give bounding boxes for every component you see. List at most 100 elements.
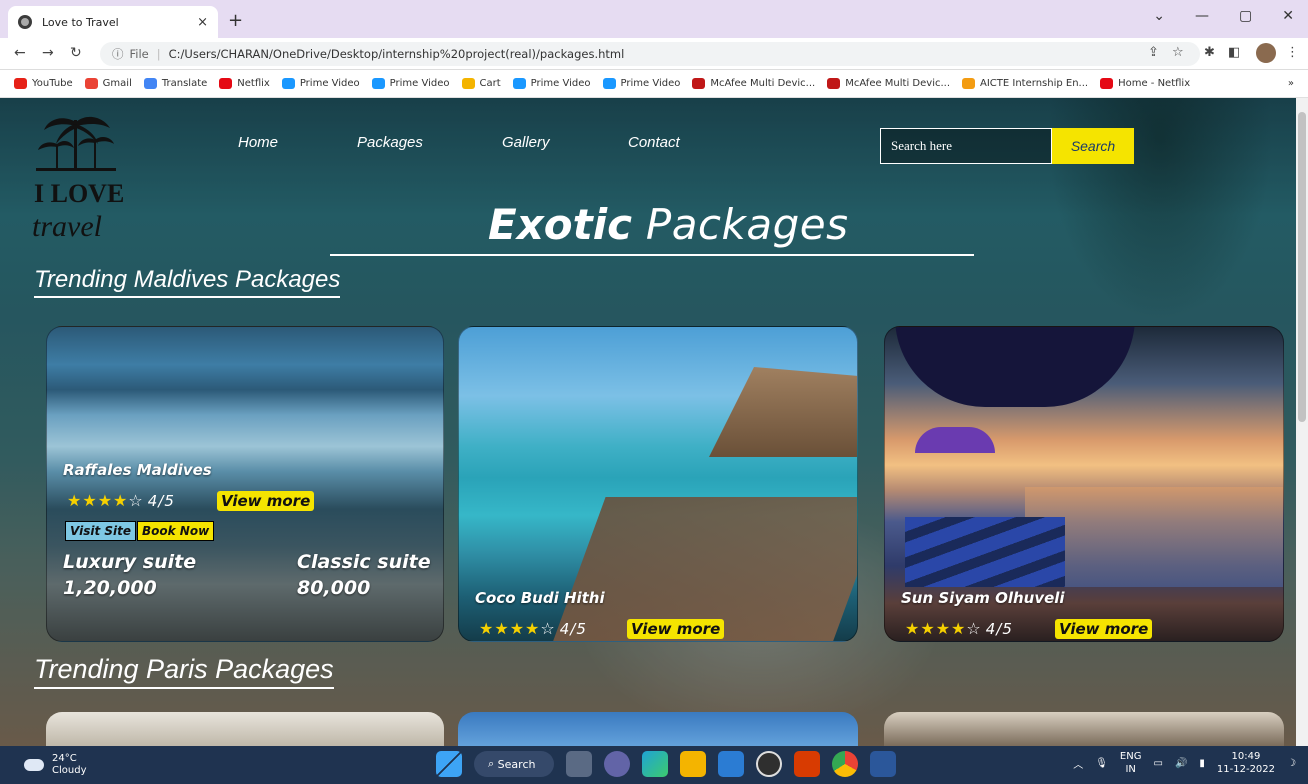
chevron-up-icon[interactable]: ︿ bbox=[1073, 756, 1083, 771]
bookmark-item[interactable]: McAfee Multi Devic... bbox=[692, 78, 815, 89]
share-icon[interactable]: ⇪ bbox=[1148, 45, 1159, 60]
bookmark-item[interactable]: Home - Netflix bbox=[1100, 78, 1190, 89]
battery-icon[interactable]: ▮ bbox=[1199, 758, 1205, 769]
minimize-icon[interactable]: — bbox=[1195, 8, 1209, 24]
bookmark-item[interactable]: Cart bbox=[461, 78, 501, 89]
nav-gallery[interactable]: Gallery bbox=[502, 134, 550, 151]
view-more-button[interactable]: View more bbox=[217, 491, 315, 511]
bookmark-item[interactable]: Prime Video bbox=[602, 78, 680, 89]
microphone-icon[interactable]: 🎙 bbox=[1095, 758, 1108, 769]
star-filled-icon: ★ bbox=[920, 619, 936, 638]
weather-widget[interactable]: 24°C Cloudy bbox=[24, 753, 86, 777]
network-icon[interactable]: ▭ bbox=[1153, 758, 1162, 769]
bookmark-item[interactable]: YouTube bbox=[14, 78, 73, 89]
lang-code: ENG bbox=[1119, 751, 1142, 762]
new-tab-button[interactable]: + bbox=[228, 10, 243, 31]
back-icon[interactable]: ← bbox=[14, 45, 26, 61]
bookmark-label: Prime Video bbox=[389, 78, 450, 89]
notifications-icon[interactable]: ☽ bbox=[1287, 758, 1296, 769]
address-toolbar: ← → ↻ ⓘ File | C:/Users/CHARAN/OneDrive/… bbox=[0, 38, 1308, 70]
taskbar-search[interactable]: ⌕ Search bbox=[474, 751, 554, 777]
menu-icon[interactable]: ⋮ bbox=[1286, 45, 1299, 60]
url-bar[interactable]: ⓘ File | C:/Users/CHARAN/OneDrive/Deskto… bbox=[100, 42, 1200, 66]
bookmarks-overflow-icon[interactable]: » bbox=[1288, 78, 1294, 89]
bookmark-label: Gmail bbox=[102, 78, 132, 89]
package-card-sunsiyam: Sun Siyam Olhuveli ★★★★☆ 4/5 View more bbox=[884, 326, 1284, 642]
nav-packages[interactable]: Packages bbox=[357, 134, 423, 151]
close-window-icon[interactable]: ✕ bbox=[1282, 8, 1294, 24]
card-title: Raffales Maldives bbox=[63, 461, 212, 479]
star-empty-icon: ☆ bbox=[128, 491, 144, 510]
bookmark-item[interactable]: Prime Video bbox=[371, 78, 450, 89]
star-filled-icon: ★ bbox=[509, 619, 526, 638]
teams-icon[interactable] bbox=[604, 751, 630, 777]
reload-icon[interactable]: ↻ bbox=[70, 45, 82, 61]
chrome-icon[interactable] bbox=[832, 751, 858, 777]
file-explorer-icon[interactable] bbox=[680, 751, 706, 777]
bookmark-item[interactable]: Prime Video bbox=[512, 78, 591, 89]
site-logo[interactable]: I LOVE travel bbox=[26, 110, 126, 250]
view-more-button[interactable]: View more bbox=[1055, 619, 1153, 639]
logo-line1: I LOVE bbox=[34, 179, 124, 208]
clock[interactable]: 10:49 11-12-2022 bbox=[1217, 750, 1275, 776]
volume-icon[interactable]: 🔊 bbox=[1175, 758, 1187, 769]
bookmark-item[interactable]: Netflix bbox=[219, 78, 270, 89]
bookmark-label: Netflix bbox=[237, 78, 270, 89]
task-view-icon[interactable] bbox=[566, 751, 592, 777]
umbrella-decoration bbox=[895, 327, 1135, 407]
search-button[interactable]: Search bbox=[1052, 128, 1134, 164]
taskbar: 24°C Cloudy ⌕ Search ︿ 🎙 ENG IN ▭ 🔊 ▮ 10… bbox=[0, 746, 1308, 784]
classic-suite-price: 80,000 bbox=[297, 577, 371, 599]
star-filled-icon: ★ bbox=[951, 619, 967, 638]
section-title-maldives: Trending Maldives Packages bbox=[34, 266, 341, 298]
office-icon[interactable] bbox=[794, 751, 820, 777]
bookmark-favicon-icon bbox=[962, 78, 976, 89]
card-title: Sun Siyam Olhuveli bbox=[901, 589, 1065, 607]
bookmark-star-icon[interactable]: ☆ bbox=[1172, 45, 1184, 60]
nav-home[interactable]: Home bbox=[238, 134, 278, 151]
rating-text: 4/5 bbox=[559, 620, 587, 638]
bookmark-item[interactable]: AICTE Internship En... bbox=[962, 78, 1088, 89]
view-more-button[interactable]: View more bbox=[627, 619, 725, 639]
edge-icon[interactable] bbox=[642, 751, 668, 777]
classic-suite-label: Classic suite bbox=[297, 551, 431, 573]
restore-icon[interactable]: ▢ bbox=[1239, 8, 1252, 24]
visit-site-button[interactable]: Visit Site bbox=[65, 521, 136, 541]
url-prefix: File bbox=[129, 47, 149, 61]
rating-text: 4/5 bbox=[147, 492, 175, 510]
bookmark-item[interactable]: McAfee Multi Devic... bbox=[827, 78, 950, 89]
scrollbar-thumb[interactable] bbox=[1298, 112, 1306, 422]
title-underline bbox=[330, 254, 974, 256]
bookmark-label: McAfee Multi Devic... bbox=[845, 78, 951, 89]
side-panel-icon[interactable]: ◧ bbox=[1228, 45, 1240, 60]
bookmark-favicon-icon bbox=[84, 78, 98, 89]
bookmark-label: AICTE Internship En... bbox=[980, 78, 1089, 89]
bookmark-item[interactable]: Translate bbox=[143, 78, 207, 89]
bookmark-favicon-icon bbox=[281, 78, 295, 89]
dell-icon[interactable] bbox=[756, 751, 782, 777]
page-title-bold: Exotic bbox=[488, 200, 633, 249]
rating-stars: ★★★★☆ 4/5 bbox=[905, 619, 1013, 638]
weather-temp: 24°C bbox=[52, 753, 77, 764]
profile-avatar[interactable] bbox=[1256, 43, 1276, 63]
bookmark-label: Home - Netflix bbox=[1118, 78, 1191, 89]
card-title: Coco Budi Hithi bbox=[475, 589, 605, 607]
book-now-button[interactable]: Book Now bbox=[137, 521, 215, 541]
word-icon[interactable] bbox=[870, 751, 896, 777]
close-tab-icon[interactable]: × bbox=[197, 15, 208, 30]
nav-contact[interactable]: Contact bbox=[628, 134, 680, 151]
browser-tab[interactable]: Love to Travel × bbox=[8, 6, 218, 38]
forward-icon[interactable]: → bbox=[42, 45, 54, 61]
tab-search-icon[interactable]: ⌄ bbox=[1153, 8, 1165, 24]
search-input[interactable] bbox=[880, 128, 1052, 164]
extensions-icon[interactable]: ✱ bbox=[1204, 45, 1215, 60]
bookmark-favicon-icon bbox=[14, 78, 27, 89]
mail-icon[interactable] bbox=[718, 751, 744, 777]
package-card-raffales: Raffales Maldives ★★★★☆ 4/5 View more Vis… bbox=[46, 326, 444, 642]
bookmark-item[interactable]: Prime Video bbox=[281, 78, 360, 89]
windows-start-icon[interactable] bbox=[436, 751, 462, 777]
language-indicator[interactable]: ENG IN bbox=[1120, 750, 1142, 776]
clock-date: 11-12-2022 bbox=[1216, 764, 1276, 775]
bookmark-item[interactable]: Gmail bbox=[84, 78, 132, 89]
info-icon[interactable]: ⓘ bbox=[112, 46, 124, 62]
